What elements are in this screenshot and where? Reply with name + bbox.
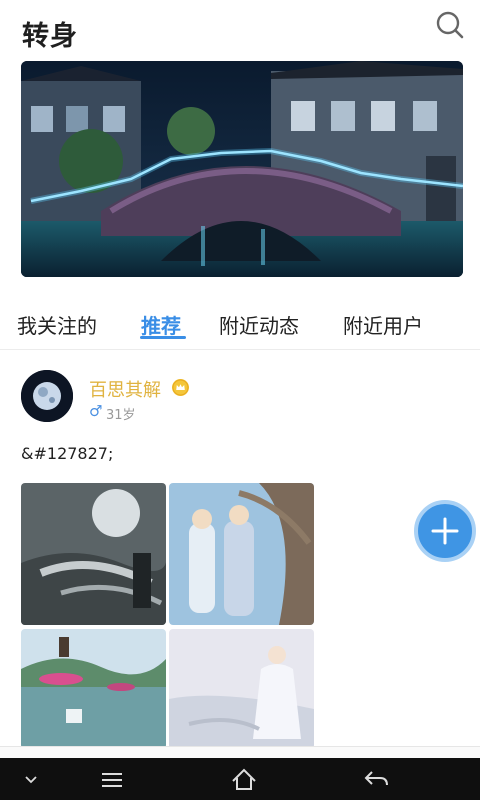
post-photo-3[interactable] bbox=[21, 629, 166, 749]
post-photo-2[interactable] bbox=[169, 483, 314, 625]
crown-icon bbox=[172, 379, 189, 396]
post-photo-1[interactable] bbox=[21, 483, 166, 625]
chevron-down-icon bbox=[25, 776, 37, 784]
search-icon bbox=[436, 11, 464, 39]
banner-image[interactable] bbox=[21, 61, 463, 277]
bottom-tab-bar bbox=[0, 746, 480, 758]
avatar-image bbox=[21, 370, 73, 422]
tab-following[interactable]: 我关注的 bbox=[17, 310, 97, 339]
post-text: &#127827; bbox=[21, 444, 114, 463]
moon-scene-image bbox=[21, 483, 166, 625]
back-icon bbox=[364, 771, 388, 786]
post-card[interactable]: 百思其解 ♂ 31岁 &#127827; bbox=[0, 350, 480, 750]
avatar[interactable] bbox=[21, 370, 73, 422]
home-icon bbox=[232, 768, 256, 790]
home-button[interactable] bbox=[228, 758, 260, 800]
username[interactable]: 百思其解 bbox=[89, 376, 161, 402]
banner-illustration bbox=[21, 61, 463, 277]
user-age: 31岁 bbox=[106, 408, 136, 423]
header: 转身 bbox=[0, 0, 480, 62]
app-title: 转身 bbox=[22, 21, 78, 52]
male-icon: ♂ bbox=[89, 402, 103, 420]
menu-button[interactable] bbox=[96, 758, 128, 800]
vip-badge bbox=[172, 379, 189, 396]
lake-pavilion-image bbox=[21, 629, 166, 749]
plus-icon bbox=[431, 517, 459, 545]
active-tab-indicator bbox=[140, 336, 186, 339]
tab-nearby-posts[interactable]: 附近动态 bbox=[219, 310, 299, 339]
white-figure-image bbox=[169, 629, 314, 749]
back-button[interactable] bbox=[360, 758, 392, 800]
feed-tabs: 我关注的 推荐 附近动态 附近用户 bbox=[0, 300, 480, 350]
system-navigation-bar bbox=[0, 758, 480, 800]
collapse-button[interactable] bbox=[16, 758, 46, 800]
add-post-button[interactable] bbox=[414, 500, 476, 562]
search-button[interactable] bbox=[432, 8, 468, 44]
fantasy-couple-image bbox=[169, 483, 314, 625]
tab-nearby-users[interactable]: 附近用户 bbox=[343, 310, 423, 339]
menu-icon bbox=[102, 773, 122, 787]
post-photo-4[interactable] bbox=[169, 629, 314, 749]
tab-recommended[interactable]: 推荐 bbox=[141, 310, 181, 339]
